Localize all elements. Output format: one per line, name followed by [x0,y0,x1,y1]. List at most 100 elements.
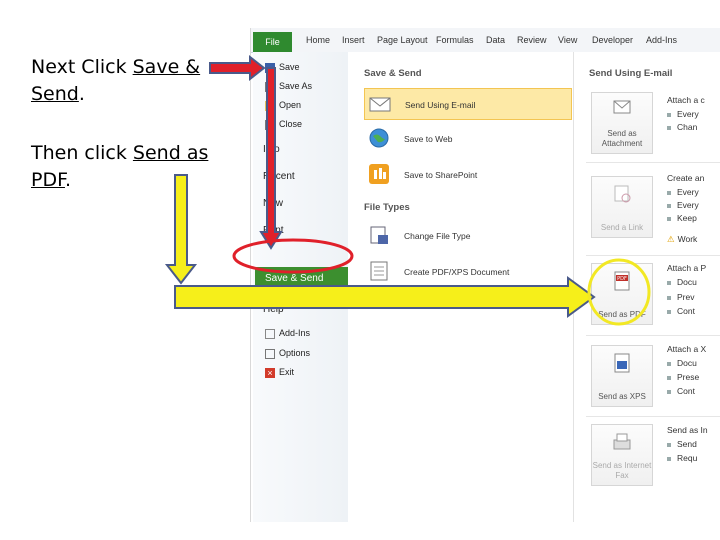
attachment-icon [613,100,631,114]
save-to-web-option[interactable]: Save to Web [364,123,572,155]
menu-recent[interactable]: Recent [263,171,295,182]
email-icon [369,97,391,112]
tab-home[interactable]: Home [306,35,330,45]
button-label: Send as PDF [598,310,646,319]
save-send-heading: Save & Send [364,68,422,79]
link-desc-title: Create an [667,173,705,183]
save-as-icon [265,81,275,92]
tab-view[interactable]: View [558,35,577,45]
fax-desc-title: Send as In [667,425,708,435]
tab-page-layout[interactable]: Page Layout [377,35,428,45]
link-desc-line: Every [667,187,699,197]
tab-add-ins[interactable]: Add-Ins [646,35,677,45]
pdf-desc-line: Docu [667,277,697,287]
tab-file[interactable]: File [253,32,292,52]
button-label: Send a Link [600,223,644,232]
add-ins-icon [265,328,275,339]
tab-review[interactable]: Review [517,35,547,45]
xps-desc-line: Docu [667,358,697,368]
desc-text: Work [677,234,698,244]
menu-label: Save [279,62,300,72]
instruction-text: . [64,169,72,191]
option-label: Save to Web [404,134,453,144]
desc-text: Cont [677,306,695,316]
change-file-type-option[interactable]: Change File Type [364,220,572,252]
folder-icon [265,100,275,111]
send-using-email-option[interactable]: Send Using E-mail [364,88,572,120]
xps-desc-title: Attach a X [667,344,707,354]
send-as-internet-fax-button[interactable]: Send as Internet Fax [591,424,653,486]
menu-add-ins[interactable]: Add-Ins [265,328,310,339]
send-as-xps-button[interactable]: Send as XPS [591,345,653,407]
desc-text: Prev [677,292,695,302]
desc-text: Docu [677,277,697,287]
close-doc-icon [265,119,275,130]
pdf-desc-line: Prev [667,292,694,302]
option-label: Send Using E-mail [405,100,476,110]
menu-new[interactable]: New [263,198,283,209]
desc-text: Every [677,109,699,119]
menu-open[interactable]: Open [265,100,301,111]
bullet-icon [667,203,671,208]
menu-save[interactable]: Save [265,62,300,73]
save-to-sharepoint-option[interactable]: Save to SharePoint [364,159,572,191]
option-label: Create PDF/XPS Document [404,267,510,277]
attachment-desc-title: Attach a c [667,95,705,105]
tab-formulas[interactable]: Formulas [436,35,474,45]
desc-text: Send [677,439,697,449]
link-icon [614,185,631,203]
send-using-email-pane: Send Using E-mail Send as Attachment Att… [574,52,720,522]
send-as-pdf-button[interactable]: PDF Send as PDF [591,263,653,325]
desc-text: Requ [677,453,698,463]
send-as-attachment-button[interactable]: Send as Attachment [591,92,653,154]
attachment-desc-line: Every [667,109,699,119]
instruction-step-2: Then click Send as PDF. [31,140,231,194]
menu-save-as[interactable]: Save As [265,81,312,92]
change-file-type-icon [370,226,388,244]
ribbon-tab-bar: File Home Insert Page Layout Formulas Da… [251,28,720,53]
desc-text: Prese [677,372,700,382]
menu-close[interactable]: Close [265,119,302,130]
option-label: Save to SharePoint [404,170,478,180]
instruction-text: Next Click [31,56,133,78]
save-icon [265,62,275,73]
desc-text: Docu [677,358,697,368]
menu-save-and-send[interactable]: Save & Send [255,267,349,291]
send-using-email-heading: Send Using E-mail [589,68,673,79]
desc-text: Keep [677,213,697,223]
excel-backstage-screenshot: File Home Insert Page Layout Formulas Da… [250,28,720,522]
button-label: Send as XPS [598,392,646,401]
menu-info[interactable]: Info [263,144,280,155]
menu-options[interactable]: Options [265,348,310,359]
divider [586,255,720,256]
button-label: Send as Attachment [601,129,643,148]
link-desc-warning: ⚠ Work [667,234,697,245]
send-a-link-button[interactable]: Send a Link [591,176,653,238]
create-pdf-xps-option[interactable]: Create PDF/XPS Document [364,256,572,288]
menu-print[interactable]: Print [263,225,284,236]
bullet-icon [667,112,671,117]
bullet-icon [667,190,671,195]
instruction-text: . [78,83,85,105]
menu-label: Add-Ins [279,328,311,338]
save-send-pane: Save & Send Send Using E-mail Save to We… [348,52,574,522]
tab-insert[interactable]: Insert [342,35,365,45]
divider [586,162,720,163]
pdf-desc-title: Attach a P [667,263,707,273]
link-desc-line: Every [667,200,699,210]
exit-icon: × [265,367,275,378]
menu-label: Save As [279,81,313,91]
bullet-icon [667,442,671,447]
bullet-icon [667,375,671,380]
tab-data[interactable]: Data [486,35,505,45]
bullet-icon [667,456,671,461]
pdf-icon: PDF [614,271,630,291]
pdf-document-icon [370,261,388,281]
menu-exit[interactable]: × Exit [265,367,294,378]
menu-help[interactable]: Help [263,304,284,315]
tab-developer[interactable]: Developer [592,35,633,45]
desc-text: Cont [677,386,695,396]
bullet-icon [667,280,671,285]
bullet-icon [667,389,671,394]
xps-icon [614,353,630,373]
